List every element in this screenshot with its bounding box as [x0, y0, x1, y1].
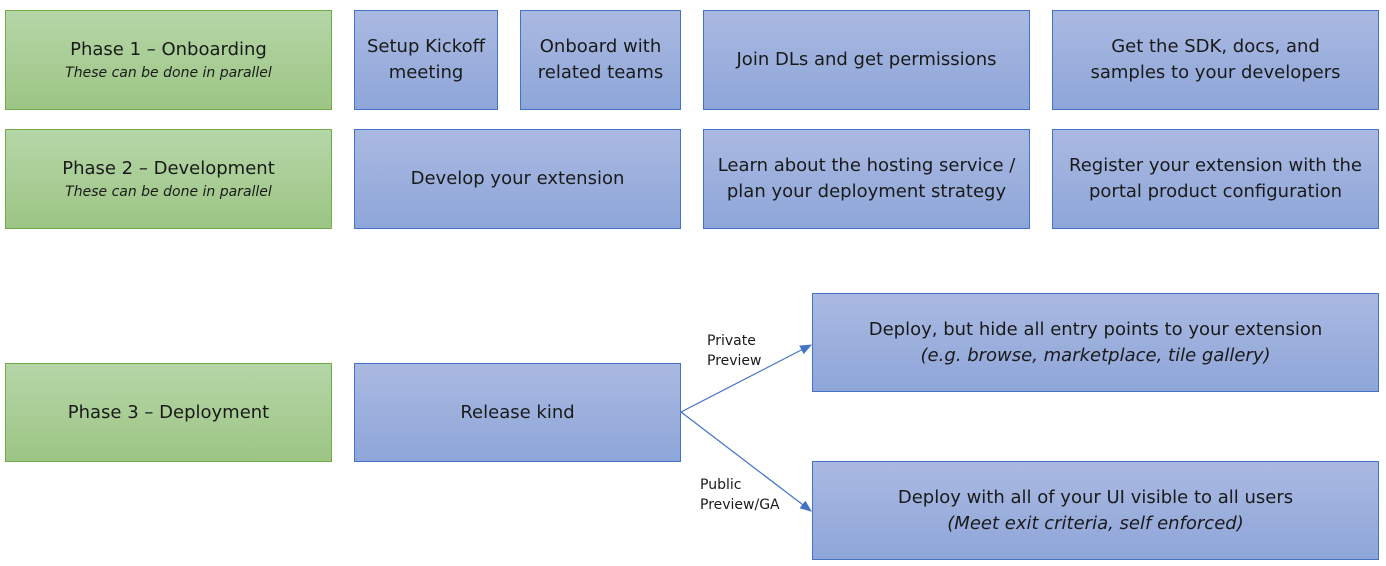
deploy-public-box: Deploy with all of your UI visible to al… [812, 461, 1379, 560]
task-join-dls: Join DLs and get permissions [703, 10, 1030, 110]
deploy-private-title: Deploy, but hide all entry points to you… [868, 318, 1323, 340]
task-label: Develop your extension [410, 168, 625, 189]
deploy-private-note: (e.g. browse, marketplace, tile gallery) [920, 344, 1271, 366]
phase-1-note: These can be done in parallel [65, 65, 272, 81]
deploy-public-title: Deploy with all of your UI visible to al… [897, 486, 1294, 508]
phase-1-box: Phase 1 – Onboarding These can be done i… [5, 10, 332, 110]
task-onboard-teams: Onboard with related teams [520, 10, 681, 110]
task-label: Register your extension with the portal … [1069, 155, 1362, 202]
phase-3-title: Phase 3 – Deployment [67, 401, 270, 423]
task-label: Setup Kickoff meeting [366, 36, 485, 83]
phase-2-title: Phase 2 – Development [62, 158, 275, 179]
task-label: Get the SDK, docs, and samples to your d… [1090, 36, 1341, 83]
task-label: Learn about the hosting service / plan y… [717, 155, 1016, 202]
phase-1-title: Phase 1 – Onboarding [70, 39, 267, 60]
task-kickoff: Setup Kickoff meeting [354, 10, 498, 110]
label-public-preview: Public Preview/GA [700, 477, 780, 513]
phase-2-box: Phase 2 – Development These can be done … [5, 129, 332, 229]
label-private-preview: Private Preview [707, 333, 762, 369]
deploy-public-note: (Meet exit criteria, self enforced) [947, 512, 1244, 534]
phase-3-box: Phase 3 – Deployment [5, 363, 332, 462]
task-release-kind: Release kind [354, 363, 681, 462]
task-get-sdk: Get the SDK, docs, and samples to your d… [1052, 10, 1379, 110]
task-register: Register your extension with the portal … [1052, 129, 1379, 229]
task-develop: Develop your extension [354, 129, 681, 229]
task-label: Join DLs and get permissions [736, 49, 997, 70]
task-label: Onboard with related teams [537, 36, 664, 83]
phase-2-note: These can be done in parallel [65, 184, 272, 200]
task-label: Release kind [460, 401, 575, 423]
deploy-private-box: Deploy, but hide all entry points to you… [812, 293, 1379, 392]
task-hosting: Learn about the hosting service / plan y… [703, 129, 1030, 229]
